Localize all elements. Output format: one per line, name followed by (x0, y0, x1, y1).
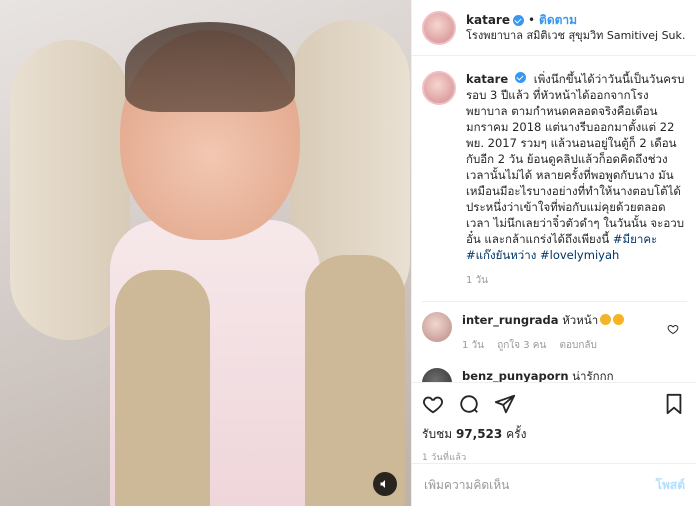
post-comment-button[interactable]: โพสต์ (656, 476, 685, 495)
follow-button[interactable]: ติดตาม (539, 13, 577, 28)
video-media[interactable] (0, 0, 411, 506)
separator-dot: • (527, 12, 536, 27)
view-count[interactable]: รับชม 97,523 ครั้ง (422, 425, 687, 444)
comment-likes[interactable]: ถูกใจ 3 คน (497, 340, 546, 351)
divider (422, 301, 687, 302)
views-label: รับชม (422, 427, 453, 441)
comment-button[interactable] (458, 393, 482, 417)
comment-item: benz_punyaporn น่ารักกก (422, 368, 687, 382)
verified-badge-icon (515, 72, 527, 83)
post-location[interactable]: โรงพยาบาล สมิติเวช สุขุมวิท Samitivej Su… (466, 28, 686, 43)
add-comment-bar: โพสต์ (412, 463, 696, 506)
comment-item: inter_rungrada หัวหน้า 1 วัน ถูกใจ 3 คน … (422, 312, 687, 354)
heart-icon (667, 324, 679, 335)
like-button[interactable] (422, 393, 446, 417)
emoji-icon (613, 314, 625, 325)
views-suffix: ครั้ง (506, 427, 527, 441)
emoji-icon (600, 314, 612, 325)
save-button[interactable] (663, 393, 687, 417)
caption-time: 1 วัน (466, 275, 488, 286)
caption: katare เพิ่งนึกขึ้นได้ว่าวันนี้เป็นวันคร… (422, 71, 687, 289)
post-time-ago: 1 วันที่แล้ว (422, 453, 467, 463)
comment-time: 1 วัน (462, 340, 484, 351)
speaker-icon (380, 480, 385, 488)
author-avatar[interactable] (422, 10, 456, 45)
author-username[interactable]: katare (466, 13, 510, 28)
comment-username[interactable]: benz_punyaporn (462, 369, 569, 382)
caption-text: เพิ่งนึกขึ้นได้ว่าวันนี้เป็นวันครบรอบ 3 … (466, 72, 685, 246)
bookmark-icon (666, 393, 682, 415)
heart-icon (423, 396, 443, 414)
comment-like-button[interactable] (667, 320, 679, 335)
baby-hair (125, 22, 295, 112)
reply-button[interactable]: ตอบกลับ (559, 340, 596, 351)
paper-plane-icon (494, 394, 516, 414)
caption-username[interactable]: katare (466, 72, 508, 86)
post-sidebar: katare • ติดตาม โรงพยาบาล สมิติเวช สุขุม… (411, 0, 696, 506)
seat-strap-right (305, 255, 405, 506)
post-header: katare • ติดตาม โรงพยาบาล สมิติเวช สุขุม… (412, 0, 696, 56)
post-actions: รับชม 97,523 ครั้ง 1 วันที่แล้ว (412, 382, 696, 464)
seat-strap-left (115, 270, 210, 506)
sound-toggle-button[interactable] (373, 472, 397, 496)
commenter-avatar[interactable] (422, 368, 452, 382)
verified-badge-icon (512, 14, 524, 26)
comment-input[interactable] (424, 478, 656, 492)
comment-bubble-icon (460, 395, 478, 413)
comment-username[interactable]: inter_rungrada (462, 313, 559, 327)
comment-text: น่ารักกก (572, 369, 614, 382)
caption-avatar[interactable] (422, 71, 456, 105)
share-button[interactable] (494, 393, 518, 417)
commenter-avatar[interactable] (422, 312, 452, 342)
views-number: 97,523 (455, 427, 503, 441)
comment-text: หัวหน้า (562, 313, 599, 327)
comments-list[interactable]: katare เพิ่งนึกขึ้นได้ว่าวันนี้เป็นวันคร… (412, 57, 696, 382)
